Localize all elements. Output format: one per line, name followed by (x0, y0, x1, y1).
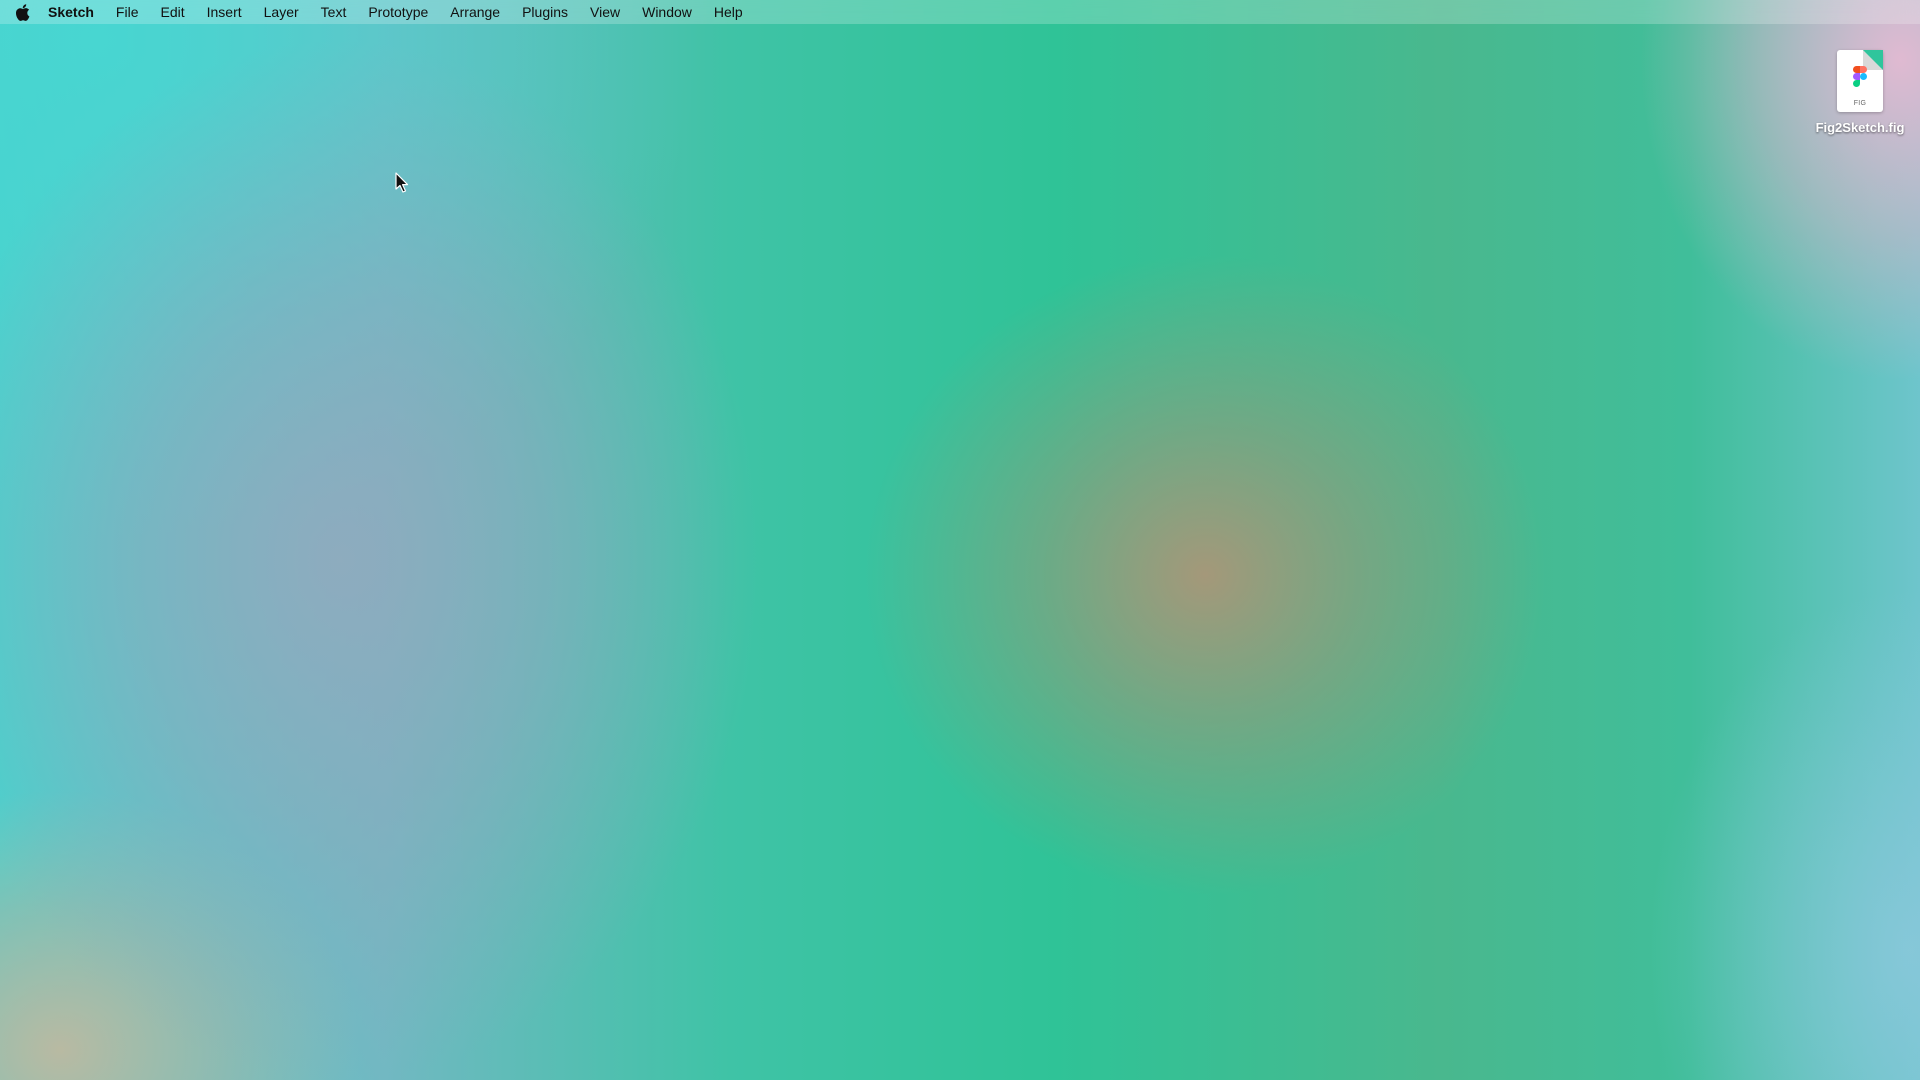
menu-file[interactable]: File (116, 0, 139, 24)
menu-text[interactable]: Text (321, 0, 347, 24)
menu-insert[interactable]: Insert (207, 0, 242, 24)
menu-layer[interactable]: Layer (264, 0, 299, 24)
menu-prototype[interactable]: Prototype (368, 0, 428, 24)
file-name-label[interactable]: Fig2Sketch.fig (1816, 120, 1905, 135)
figma-file-icon[interactable]: FIG (1837, 50, 1883, 112)
menu-arrange[interactable]: Arrange (450, 0, 500, 24)
menu-view[interactable]: View (590, 0, 620, 24)
desktop-file-fig2sketch[interactable]: FIG Fig2Sketch.fig (1800, 50, 1920, 135)
figma-logo-icon (1853, 66, 1867, 87)
desktop-wallpaper (0, 0, 1920, 1080)
menu-edit[interactable]: Edit (160, 0, 184, 24)
mouse-pointer-icon (395, 172, 409, 193)
menu-bar: Sketch File Edit Insert Layer Text Proto… (0, 0, 1920, 24)
menu-window[interactable]: Window (642, 0, 692, 24)
menu-help[interactable]: Help (714, 0, 743, 24)
file-extension-badge: FIG (1853, 100, 1867, 107)
apple-logo-icon[interactable] (14, 3, 30, 21)
menu-app-sketch[interactable]: Sketch (48, 0, 94, 24)
menu-plugins[interactable]: Plugins (522, 0, 568, 24)
